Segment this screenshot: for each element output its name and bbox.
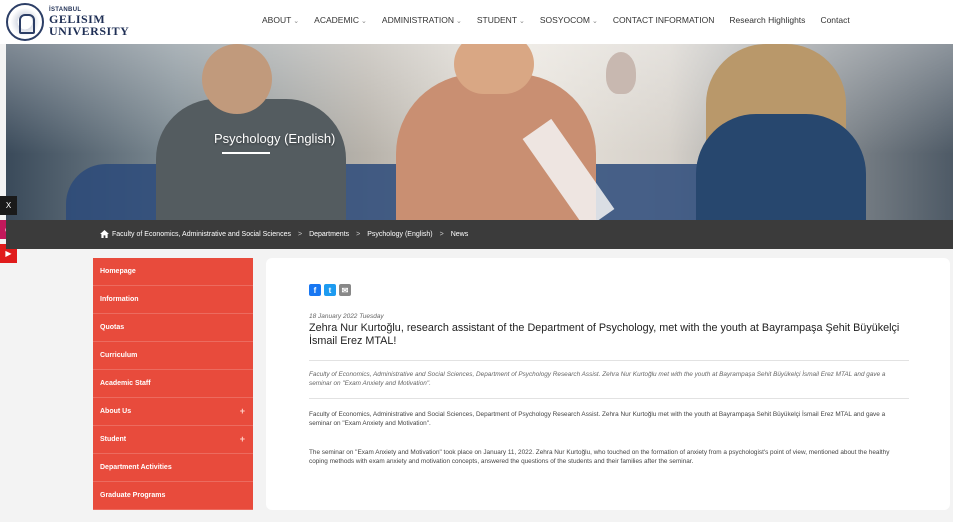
nav-student-label: STUDENT	[476, 15, 518, 25]
university-seal-icon	[6, 3, 44, 41]
hero-banner: Psychology (English)	[6, 44, 953, 220]
hero-title: Psychology (English)	[214, 131, 336, 146]
sidebar-item-label: Graduate Programs	[100, 492, 166, 499]
article-paragraph: The seminar on "Exam Anxiety and Motivat…	[309, 449, 890, 466]
share-buttons: f t ✉	[309, 284, 354, 296]
nav-academic[interactable]: ACADEMIC ⌄	[314, 15, 367, 25]
email-icon: ✉	[341, 285, 349, 295]
sidebar-item-label: Academic Staff	[100, 380, 151, 387]
x-icon: X	[5, 201, 12, 210]
nav-about-label: ABOUT	[262, 15, 292, 25]
nav-sosyocom[interactable]: SOSYOCOM ⌄	[540, 15, 598, 25]
nav-administration-label: ADMINISTRATION	[381, 15, 454, 25]
logo-text: İSTANBUL GELISIM UNIVERSITY	[49, 7, 129, 37]
sidebar-item-label: About Us	[100, 408, 132, 415]
hero-photo-person-2-head	[454, 44, 534, 94]
sidebar-item-label: Information	[100, 296, 139, 303]
twitter-icon: t	[328, 285, 332, 295]
article-summary: Faculty of Economics, Administrative and…	[309, 371, 886, 388]
breadcrumb-separator: >	[297, 231, 303, 238]
sidebar-item-label: Homepage	[100, 268, 136, 275]
email-share-button[interactable]: ✉	[339, 284, 351, 296]
sidebar-item-department-activities[interactable]: Department Activities	[93, 454, 253, 482]
sidebar-item-student[interactable]: Student +	[93, 426, 253, 454]
hero-photo-vase	[606, 52, 636, 94]
sidebar-item-label: Department Activities	[100, 464, 172, 471]
article-date: 18 January 2022 Tuesday	[309, 313, 384, 320]
article-card: f t ✉ 18 January 2022 Tuesday Zehra Nur …	[266, 258, 950, 510]
nav-contact[interactable]: Contact	[820, 15, 849, 25]
nav-contact-label: Contact	[820, 15, 850, 25]
site-header: İSTANBUL GELISIM UNIVERSITY ABOUT ⌄ ACADE…	[0, 0, 953, 44]
article-paragraph: Faculty of Economics, Administrative and…	[309, 411, 886, 428]
sidebar-item-quotas[interactable]: Quotas	[93, 314, 253, 342]
hero-photo-person-1	[156, 99, 346, 220]
twitter-share-button[interactable]: t	[324, 284, 336, 296]
sidebar-item-curriculum[interactable]: Curriculum	[93, 342, 253, 370]
nav-research-highlights[interactable]: Research Highlights	[729, 15, 805, 25]
chevron-down-icon: ⌄	[519, 18, 525, 25]
nav-about[interactable]: ABOUT ⌄	[262, 15, 299, 25]
sidebar-item-information[interactable]: Information	[93, 286, 253, 314]
sidebar-item-academic-staff[interactable]: Academic Staff	[93, 370, 253, 398]
nav-academic-label: ACADEMIC	[314, 15, 360, 25]
plus-icon[interactable]: +	[240, 434, 245, 444]
hero-title-underline	[222, 152, 270, 154]
facebook-icon: f	[313, 285, 317, 295]
breadcrumb-item-faculty[interactable]: Faculty of Economics, Administrative and…	[112, 231, 291, 238]
nav-contact-information-label: CONTACT INFORMATION	[612, 15, 715, 25]
plus-icon[interactable]: +	[240, 406, 245, 416]
nav-administration[interactable]: ADMINISTRATION ⌄	[382, 15, 462, 25]
department-sidebar: Homepage Information Quotas Curriculum A…	[93, 258, 253, 510]
hero-photo-person-3	[696, 114, 866, 220]
breadcrumb-item-news: News	[450, 231, 469, 238]
sidebar-item-label: Curriculum	[100, 352, 138, 359]
nav-student[interactable]: STUDENT ⌄	[477, 15, 525, 25]
sidebar-item-graduate-programs[interactable]: Graduate Programs	[93, 482, 253, 510]
main-nav: ABOUT ⌄ ACADEMIC ⌄ ADMINISTRATION ⌄ STUDENT…	[262, 15, 865, 25]
chevron-down-icon: ⌄	[456, 18, 462, 25]
chevron-down-icon: ⌄	[361, 18, 367, 25]
breadcrumb-separator: >	[439, 231, 444, 238]
nav-contact-information[interactable]: CONTACT INFORMATION	[613, 15, 715, 25]
sidebar-item-label: Student	[100, 436, 127, 443]
logo-name-line2: UNIVERSITY	[49, 24, 130, 38]
hero-photo-person-1-head	[202, 44, 272, 114]
home-icon[interactable]	[100, 229, 109, 238]
nav-research-highlights-label: Research Highlights	[729, 15, 806, 25]
chevron-down-icon: ⌄	[293, 18, 300, 25]
breadcrumb-item-psychology[interactable]: Psychology (English)	[367, 231, 432, 238]
sidebar-item-homepage[interactable]: Homepage	[93, 258, 253, 286]
x-social-button[interactable]: X	[0, 196, 17, 215]
article-headline: Zehra Nur Kurtoğlu, research assistant o…	[309, 322, 900, 348]
youtube-icon: ▶	[5, 249, 12, 258]
divider	[309, 360, 909, 361]
university-logo[interactable]: İSTANBUL GELISIM UNIVERSITY	[6, 3, 129, 41]
facebook-share-button[interactable]: f	[309, 284, 321, 296]
page: İSTANBUL GELISIM UNIVERSITY ABOUT ⌄ ACADE…	[0, 0, 953, 522]
divider	[309, 398, 909, 399]
sidebar-item-about-us[interactable]: About Us +	[93, 398, 253, 426]
sidebar-item-label: Quotas	[100, 324, 125, 331]
breadcrumb-item-departments[interactable]: Departments	[309, 231, 349, 238]
chevron-down-icon: ⌄	[591, 18, 598, 25]
breadcrumb: Faculty of Economics, Administrative and…	[6, 220, 953, 249]
nav-sosyocom-label: SOSYOCOM	[539, 15, 590, 25]
breadcrumb-separator: >	[356, 231, 361, 238]
